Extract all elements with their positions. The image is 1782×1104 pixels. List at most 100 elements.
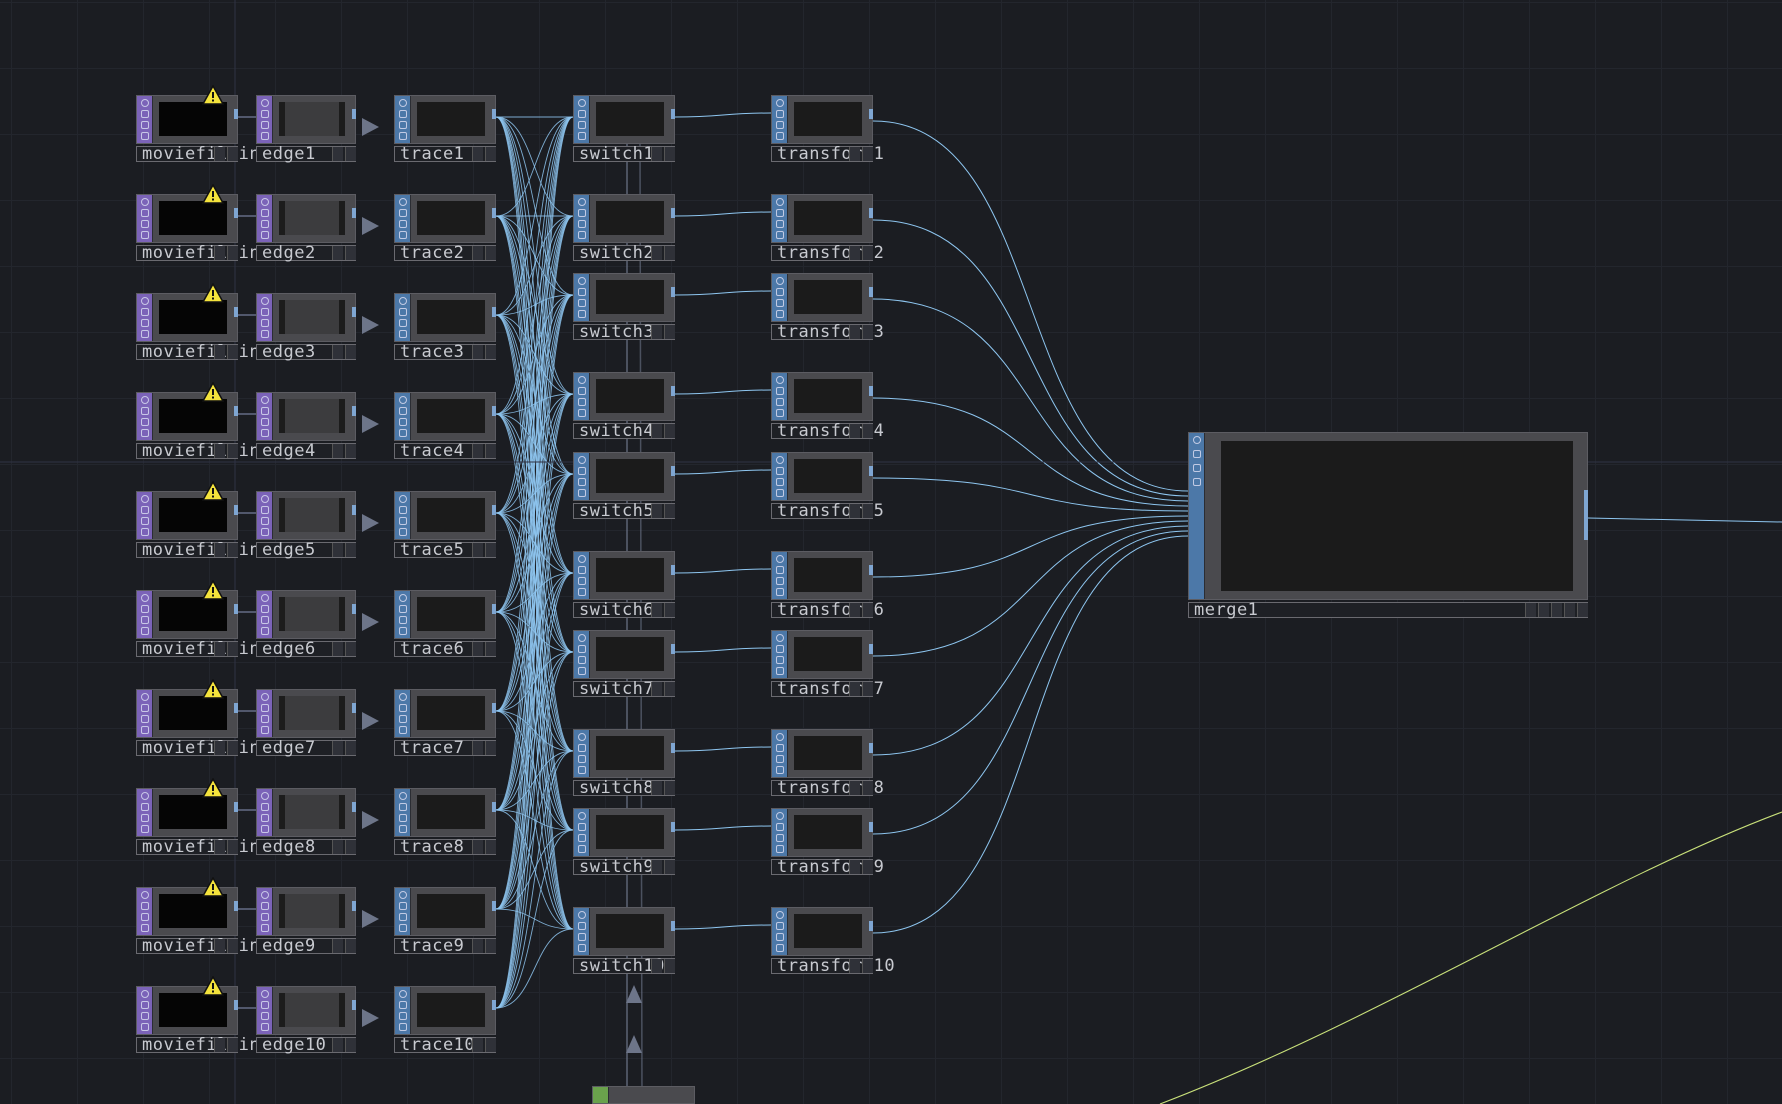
transform-node[interactable]: transform8 <box>771 729 884 797</box>
node-flags[interactable] <box>647 424 675 438</box>
node-flag-icon[interactable] <box>664 504 675 518</box>
node-flags[interactable] <box>328 444 356 458</box>
node-family-strip[interactable] <box>395 195 411 242</box>
node-flag-icon[interactable] <box>332 543 343 557</box>
trace-node[interactable]: trace4 <box>394 392 496 460</box>
edge-node[interactable]: edge5 <box>256 491 356 559</box>
node-family-strip[interactable] <box>772 96 788 143</box>
output-connector[interactable] <box>492 802 496 812</box>
node-flag-icon[interactable] <box>345 840 356 854</box>
viewer-icon[interactable] <box>260 891 269 899</box>
node-flag-icon[interactable] <box>1525 603 1536 617</box>
viewer-icon[interactable] <box>398 814 407 822</box>
viewer-icon[interactable] <box>577 121 586 129</box>
viewer-icon[interactable] <box>260 814 269 822</box>
node-flags[interactable] <box>210 939 238 953</box>
viewer-icon[interactable] <box>775 812 784 820</box>
viewer-icon[interactable] <box>260 803 269 811</box>
node-flag-icon[interactable] <box>332 741 343 755</box>
viewer-icon[interactable] <box>775 299 784 307</box>
node-flag-icon[interactable] <box>485 840 496 854</box>
node-tile[interactable] <box>771 452 873 501</box>
moviefilein-node[interactable]: moviefilein9 <box>136 887 270 955</box>
node-flag-icon[interactable] <box>862 246 873 260</box>
viewer-icon[interactable] <box>577 922 586 930</box>
node-flag-icon[interactable] <box>472 939 483 953</box>
viewer-icon[interactable] <box>577 755 586 763</box>
output-connector[interactable] <box>671 565 675 575</box>
node-flags[interactable] <box>468 1038 496 1052</box>
viewer-icon[interactable] <box>577 456 586 464</box>
viewer-icon[interactable] <box>260 209 269 217</box>
node-flags[interactable] <box>647 504 675 518</box>
node-flags[interactable] <box>328 741 356 755</box>
node-flag-icon[interactable] <box>214 939 225 953</box>
node-flag-icon[interactable] <box>345 939 356 953</box>
warning-icon[interactable] <box>202 283 224 303</box>
node-family-strip[interactable] <box>395 591 411 638</box>
node-flag-icon[interactable] <box>651 781 662 795</box>
viewer-icon[interactable] <box>140 891 149 899</box>
viewer-icon[interactable] <box>260 121 269 129</box>
node-family-strip[interactable] <box>137 195 153 242</box>
viewer-icon[interactable] <box>260 308 269 316</box>
moviefilein-node[interactable]: moviefilein5 <box>136 491 270 559</box>
node-family-strip[interactable] <box>137 96 153 143</box>
node-flags[interactable] <box>210 1038 238 1052</box>
node-family-strip[interactable] <box>772 195 788 242</box>
viewer-icon[interactable] <box>140 209 149 217</box>
node-flag-icon[interactable] <box>664 781 675 795</box>
node-flag-icon[interactable] <box>214 543 225 557</box>
viewer-icon[interactable] <box>140 396 149 404</box>
output-connector[interactable] <box>869 386 873 396</box>
node-family-strip[interactable] <box>574 195 590 242</box>
viewer-icon[interactable] <box>775 409 784 417</box>
node-flag-icon[interactable] <box>472 840 483 854</box>
node-flag-icon[interactable] <box>214 840 225 854</box>
node-flag-icon[interactable] <box>472 444 483 458</box>
chop-node-partial[interactable] <box>592 1086 695 1104</box>
node-flags[interactable] <box>328 543 356 557</box>
node-flag-icon[interactable] <box>849 246 860 260</box>
viewer-icon[interactable] <box>140 319 149 327</box>
node-family-strip[interactable] <box>574 274 590 321</box>
node-family-strip[interactable] <box>395 393 411 440</box>
node-flags[interactable] <box>647 325 675 339</box>
node-family-strip[interactable] <box>137 789 153 836</box>
node-tile[interactable] <box>573 372 675 421</box>
node-family-strip[interactable] <box>395 294 411 341</box>
node-tile[interactable] <box>394 788 496 837</box>
node-tile[interactable] <box>771 630 873 679</box>
trace-node[interactable]: trace6 <box>394 590 496 658</box>
viewer-icon[interactable] <box>140 726 149 734</box>
node-flag-icon[interactable] <box>472 642 483 656</box>
node-family-strip[interactable] <box>395 690 411 737</box>
node-flag-icon[interactable] <box>1538 603 1549 617</box>
node-flag-icon[interactable] <box>227 939 238 953</box>
edge-node[interactable]: edge9 <box>256 887 356 955</box>
node-flag-icon[interactable] <box>849 325 860 339</box>
node-family-strip[interactable] <box>395 789 411 836</box>
viewer-icon[interactable] <box>398 319 407 327</box>
warning-icon[interactable] <box>202 580 224 600</box>
trace-node[interactable]: trace2 <box>394 194 496 262</box>
warning-icon[interactable] <box>202 778 224 798</box>
viewer-icon[interactable] <box>398 913 407 921</box>
viewer-icon[interactable] <box>775 823 784 831</box>
node-flag-icon[interactable] <box>651 424 662 438</box>
node-flag-icon[interactable] <box>651 860 662 874</box>
node-flags[interactable] <box>647 682 675 696</box>
node-flag-icon[interactable] <box>651 682 662 696</box>
viewer-icon[interactable] <box>260 616 269 624</box>
node-flag-icon[interactable] <box>472 246 483 260</box>
viewer-icon[interactable] <box>775 845 784 853</box>
viewer-icon[interactable] <box>260 418 269 426</box>
node-family-strip[interactable] <box>772 809 788 856</box>
edge-node[interactable]: edge7 <box>256 689 356 757</box>
node-family-strip[interactable] <box>257 591 273 638</box>
node-family-strip[interactable] <box>137 393 153 440</box>
node-family-strip[interactable] <box>395 888 411 935</box>
viewer-icon[interactable] <box>398 110 407 118</box>
node-tile[interactable] <box>394 95 496 144</box>
node-family-strip[interactable] <box>257 96 273 143</box>
